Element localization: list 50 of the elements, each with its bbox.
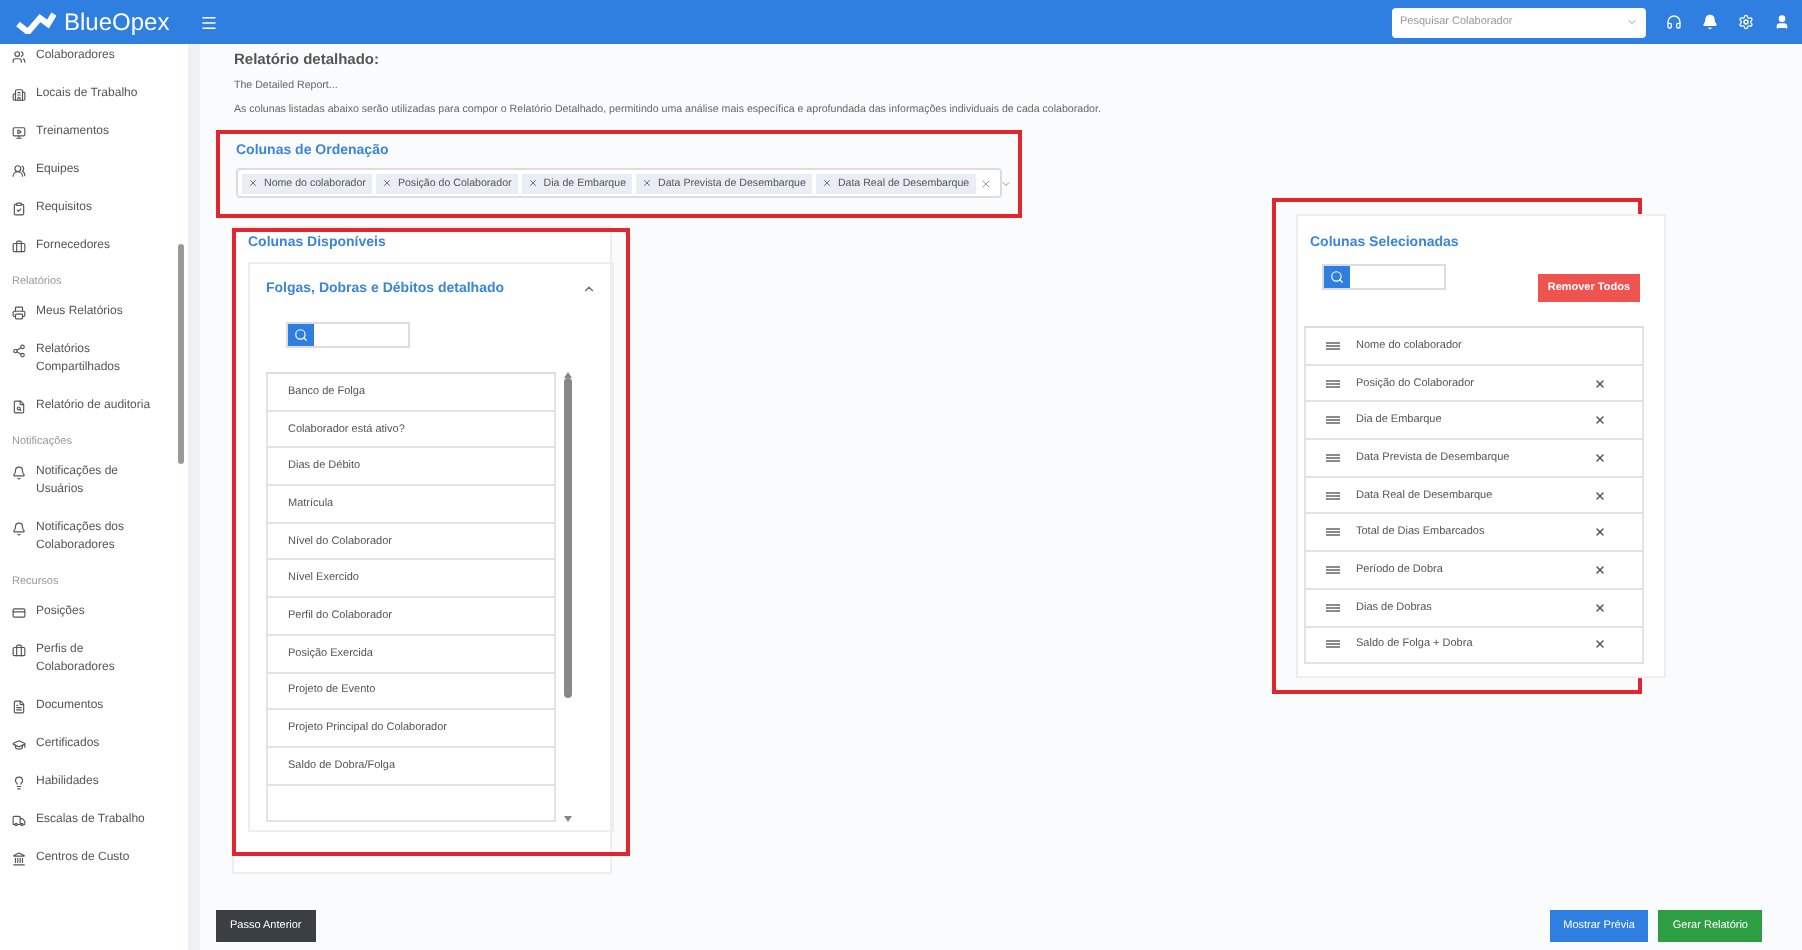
menu-item-icon — [12, 644, 26, 658]
drag-handle-icon[interactable] — [1326, 565, 1340, 574]
search-icon[interactable] — [288, 324, 314, 346]
menu-item-icon — [12, 776, 26, 790]
drag-handle-icon[interactable] — [1326, 416, 1340, 425]
menu-item-icon — [12, 606, 26, 620]
menu-icon[interactable] — [200, 13, 218, 31]
drag-handle-icon[interactable] — [1326, 528, 1340, 537]
search-field[interactable] — [286, 322, 410, 348]
menu-item-icon — [12, 344, 26, 358]
menu-item-icon — [12, 50, 26, 64]
clear-icon[interactable] — [979, 177, 992, 189]
search-field[interactable] — [1322, 263, 1446, 289]
menu-item-icon — [12, 400, 26, 414]
drag-handle-icon[interactable] — [1326, 379, 1340, 388]
menu-item-icon — [12, 126, 26, 140]
remove-icon[interactable] — [1594, 489, 1606, 502]
remove-icon[interactable] — [1594, 377, 1606, 390]
drag-handle-icon[interactable] — [1326, 640, 1340, 649]
menu-item-icon — [12, 164, 26, 178]
menu-item-icon — [12, 852, 26, 866]
search-icon[interactable] — [1324, 265, 1350, 287]
drag-handle-icon[interactable] — [1326, 603, 1340, 612]
remove-icon[interactable] — [1594, 563, 1606, 576]
remove-icon[interactable] — [1594, 601, 1606, 614]
menu-item-icon — [12, 240, 26, 254]
remove-icon[interactable] — [1594, 638, 1606, 651]
menu-item-icon — [12, 814, 26, 828]
remove-icon[interactable] — [1594, 451, 1606, 464]
user-icon[interactable] — [1774, 14, 1790, 30]
remove-icon[interactable] — [1594, 414, 1606, 427]
menu-item-icon — [12, 306, 26, 320]
scroll-down-icon[interactable] — [564, 816, 572, 823]
collapse-icon[interactable] — [582, 282, 596, 296]
brand-name: BlueOpex — [64, 8, 172, 36]
drag-handle-icon[interactable] — [1326, 453, 1340, 462]
settings-icon[interactable] — [1738, 14, 1754, 30]
drag-handle-icon[interactable] — [1326, 341, 1340, 350]
logo-icon — [16, 10, 56, 34]
drag-handle-icon[interactable] — [1326, 491, 1340, 500]
menu-item-icon — [12, 700, 26, 714]
remove-icon[interactable] — [1594, 526, 1606, 539]
menu-item-icon — [12, 88, 26, 102]
menu-item-icon — [12, 466, 26, 480]
menu-item-icon — [12, 202, 26, 216]
bell-icon[interactable] — [1702, 14, 1718, 30]
headset-icon[interactable] — [1666, 14, 1682, 30]
scrollbar[interactable] — [562, 372, 574, 823]
menu-item-icon — [12, 738, 26, 752]
menu-item-icon — [12, 522, 26, 536]
